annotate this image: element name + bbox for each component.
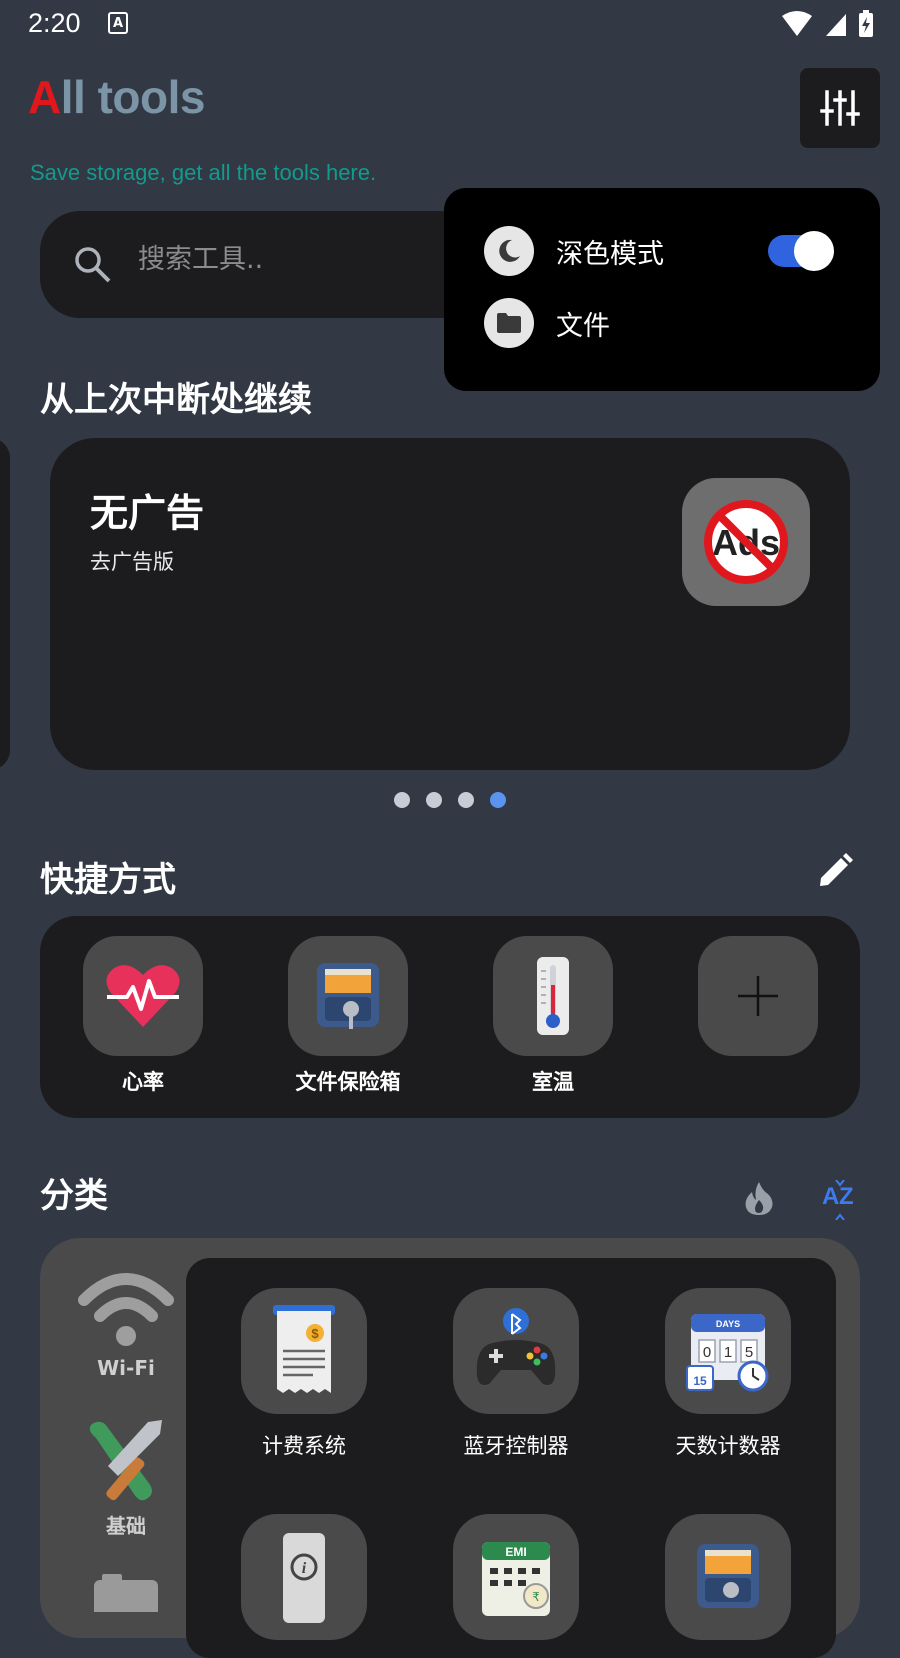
tool-tile: DAYS 0 1 5 15 <box>665 1288 791 1414</box>
svg-text:i: i <box>302 1560 307 1577</box>
no-ads-icon: Ads <box>704 500 788 584</box>
tool-billing[interactable]: $ 计费系统 <box>214 1288 394 1460</box>
category-camera[interactable] <box>70 1572 182 1620</box>
add-shortcut-button[interactable] <box>678 936 838 1056</box>
counter-digit: 5 <box>745 1344 753 1361</box>
toggle-knob <box>794 231 834 271</box>
emi-calendar-icon: EMI ₹ <box>482 1542 550 1616</box>
tool-label: 天数计数器 <box>675 1434 781 1458</box>
emi-label: EMI <box>505 1545 526 1559</box>
file-vault-icon <box>317 963 379 1029</box>
search-input[interactable] <box>138 244 438 275</box>
shortcut-heart-rate[interactable]: 心率 <box>63 936 223 1096</box>
app-title: All tools <box>28 70 205 124</box>
camera-icon <box>94 1574 158 1620</box>
app-title-first-letter: A <box>28 71 61 123</box>
categories-title: 分类 <box>40 1176 108 1216</box>
notification-icon: A <box>108 12 128 34</box>
settings-button[interactable] <box>800 68 880 148</box>
moon-icon <box>484 226 534 276</box>
shortcut-tile <box>493 936 613 1056</box>
carousel-pager <box>394 792 506 808</box>
sliders-icon <box>820 90 860 126</box>
receipt-icon: $ <box>273 1305 335 1393</box>
tool-device-info[interactable]: i <box>214 1514 394 1640</box>
no-ads-tile: Ads <box>682 478 810 606</box>
svg-text:₹: ₹ <box>532 1590 540 1604</box>
heart-rate-icon <box>106 965 180 1027</box>
plus-icon <box>738 976 778 1016</box>
dark-mode-toggle[interactable] <box>768 231 834 271</box>
thermometer-icon <box>537 957 569 1035</box>
counter-date: 15 <box>693 1374 707 1388</box>
previous-carousel-card[interactable] <box>0 438 10 770</box>
tool-tile: EMI ₹ <box>453 1514 579 1640</box>
svg-text:A: A <box>822 1183 839 1210</box>
shortcuts-panel: 心率 文件保险箱 室温 <box>40 916 860 1118</box>
pager-dot-active[interactable] <box>490 792 506 808</box>
gamepad-icon <box>476 1308 556 1385</box>
info-device-icon: i <box>283 1533 325 1623</box>
signal-icon <box>826 14 846 36</box>
dark-mode-label: 深色模式 <box>556 238 664 270</box>
status-icons <box>782 10 873 37</box>
pencil-icon[interactable] <box>816 852 854 890</box>
svg-text:$: $ <box>311 1326 319 1341</box>
card-subtitle: 去广告版 <box>90 550 174 574</box>
tool-tile: $ <box>241 1288 367 1414</box>
tool-day-counter[interactable]: DAYS 0 1 5 15 天数计数器 <box>638 1288 818 1460</box>
dark-mode-item[interactable]: 深色模式 <box>484 226 664 276</box>
tool-label: 蓝牙控制器 <box>463 1434 569 1458</box>
files-item[interactable]: 文件 <box>484 298 610 348</box>
tool-tile <box>665 1514 791 1640</box>
category-label: 基础 <box>106 1514 146 1538</box>
tool-emi-calculator[interactable]: EMI ₹ <box>426 1514 606 1640</box>
pager-dot[interactable] <box>458 792 474 808</box>
search-icon <box>75 247 111 283</box>
az-sort-icon[interactable]: A Z <box>822 1180 858 1220</box>
status-time: 2:20 <box>28 8 81 38</box>
svg-text:Z: Z <box>839 1183 854 1210</box>
pager-dot[interactable] <box>394 792 410 808</box>
wifi-status-icon <box>782 11 812 36</box>
category-wifi[interactable]: Wi-Fi <box>70 1262 182 1380</box>
app-title-rest: ll tools <box>60 71 206 123</box>
file-vault-icon <box>697 1544 759 1608</box>
calendar-counter-icon: DAYS 0 1 5 15 <box>686 1314 769 1392</box>
shortcut-tile <box>83 936 203 1056</box>
pager-dot[interactable] <box>426 792 442 808</box>
wifi-icon <box>78 1273 174 1346</box>
tools-icon <box>89 1420 162 1501</box>
continue-section-title: 从上次中断处继续 <box>40 380 312 420</box>
counter-digit: 0 <box>703 1344 711 1361</box>
shortcut-room-temp[interactable]: 室温 <box>473 936 633 1096</box>
files-label: 文件 <box>556 310 610 342</box>
shortcut-file-vault[interactable]: 文件保险箱 <box>268 936 428 1096</box>
card-title: 无广告 <box>90 491 205 535</box>
shortcut-tile <box>288 936 408 1056</box>
flame-icon[interactable] <box>744 1180 774 1216</box>
tool-label: 计费系统 <box>262 1434 346 1458</box>
category-basic[interactable]: 基础 <box>70 1416 182 1539</box>
tool-tile: i <box>241 1514 367 1640</box>
counter-badge: DAYS <box>716 1319 740 1329</box>
folder-icon <box>484 298 534 348</box>
category-label: Wi-Fi <box>97 1356 155 1380</box>
counter-digit: 1 <box>724 1344 732 1361</box>
shortcuts-title: 快捷方式 <box>40 860 176 900</box>
shortcut-label: 室温 <box>532 1070 574 1094</box>
tool-tile <box>453 1288 579 1414</box>
shortcut-label: 文件保险箱 <box>295 1070 401 1094</box>
tool-bluetooth-controller[interactable]: 蓝牙控制器 <box>426 1288 606 1460</box>
tool-file-vault[interactable] <box>638 1514 818 1640</box>
popup-menu: 深色模式 文件 <box>444 188 880 391</box>
shortcut-label: 心率 <box>122 1070 164 1094</box>
shortcut-tile <box>698 936 818 1056</box>
app-subtitle: Save storage, get all the tools here. <box>30 160 377 185</box>
